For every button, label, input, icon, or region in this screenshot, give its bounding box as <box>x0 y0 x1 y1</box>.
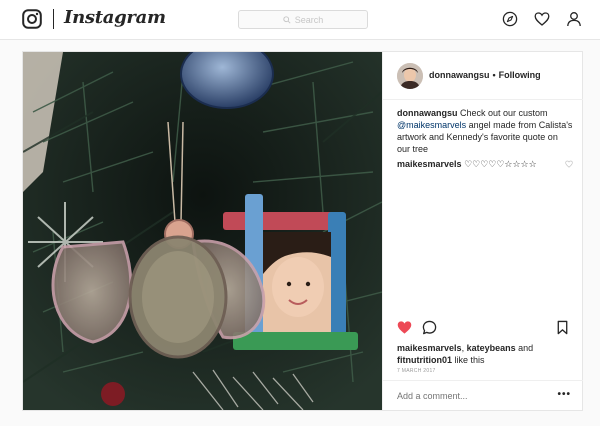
caption-username[interactable]: donnawangsu <box>397 108 458 118</box>
caption: donnawangsu Check out our custom @maikes… <box>397 107 573 155</box>
comment-like-icon[interactable] <box>565 160 573 168</box>
heart-icon[interactable] <box>534 11 550 27</box>
search-placeholder: Search <box>294 14 324 25</box>
search-icon <box>283 15 291 24</box>
more-options-button[interactable]: ••• <box>557 390 571 400</box>
like-heart-icon[interactable] <box>397 320 412 335</box>
following-button[interactable]: Following <box>499 70 541 80</box>
add-comment-bar: ••• <box>383 380 583 410</box>
comment-item: maikesmarvels ♡♡♡♡♡☆☆☆☆ <box>397 158 573 170</box>
follow-separator: • <box>492 70 496 80</box>
add-comment-input[interactable] <box>397 391 537 401</box>
post-header: donnawangsu • Following <box>383 52 583 100</box>
post-timestamp[interactable]: 7 MARCH 2017 <box>397 368 436 374</box>
liker-3[interactable]: fitnutrition01 <box>397 355 452 365</box>
author-username[interactable]: donnawangsu <box>429 70 490 80</box>
instagram-wordmark[interactable]: Instagram <box>64 7 166 28</box>
photo-artwork <box>23 52 382 410</box>
comment-text: ♡♡♡♡♡☆☆☆☆ <box>461 159 537 169</box>
post-actions <box>383 320 583 340</box>
post-sidebar: donnawangsu • Following donnawangsu Check … <box>382 52 583 410</box>
avatar[interactable] <box>397 63 423 89</box>
likes-summary: maikesmarvels, kateybeans and fitnutritio… <box>397 342 577 366</box>
comment-username[interactable]: maikesmarvels <box>397 159 462 169</box>
profile-icon[interactable] <box>566 11 582 27</box>
likes-suffix: like this <box>452 355 485 365</box>
likes-sep-2: and <box>515 343 534 353</box>
comment-icon[interactable] <box>422 320 437 335</box>
post-author-line: donnawangsu • Following <box>429 70 541 80</box>
liker-2[interactable]: kateybeans <box>467 343 516 353</box>
comments-section: donnawangsu Check out our custom @maikes… <box>397 107 573 170</box>
camera-logo-icon[interactable] <box>22 9 42 29</box>
top-navigation-bar: Instagram Search <box>0 0 600 40</box>
search-box[interactable]: Search <box>238 10 368 29</box>
logo-divider <box>53 9 54 29</box>
liker-1[interactable]: maikesmarvels <box>397 343 462 353</box>
compass-icon[interactable] <box>502 11 518 27</box>
caption-text-before: Check out our custom <box>457 108 548 118</box>
post-photo[interactable] <box>23 52 382 410</box>
avatar-image <box>397 63 423 89</box>
post-card: donnawangsu • Following donnawangsu Check … <box>22 51 583 411</box>
caption-mention-link[interactable]: @maikesmarvels <box>397 120 466 130</box>
bookmark-icon[interactable] <box>555 320 570 335</box>
